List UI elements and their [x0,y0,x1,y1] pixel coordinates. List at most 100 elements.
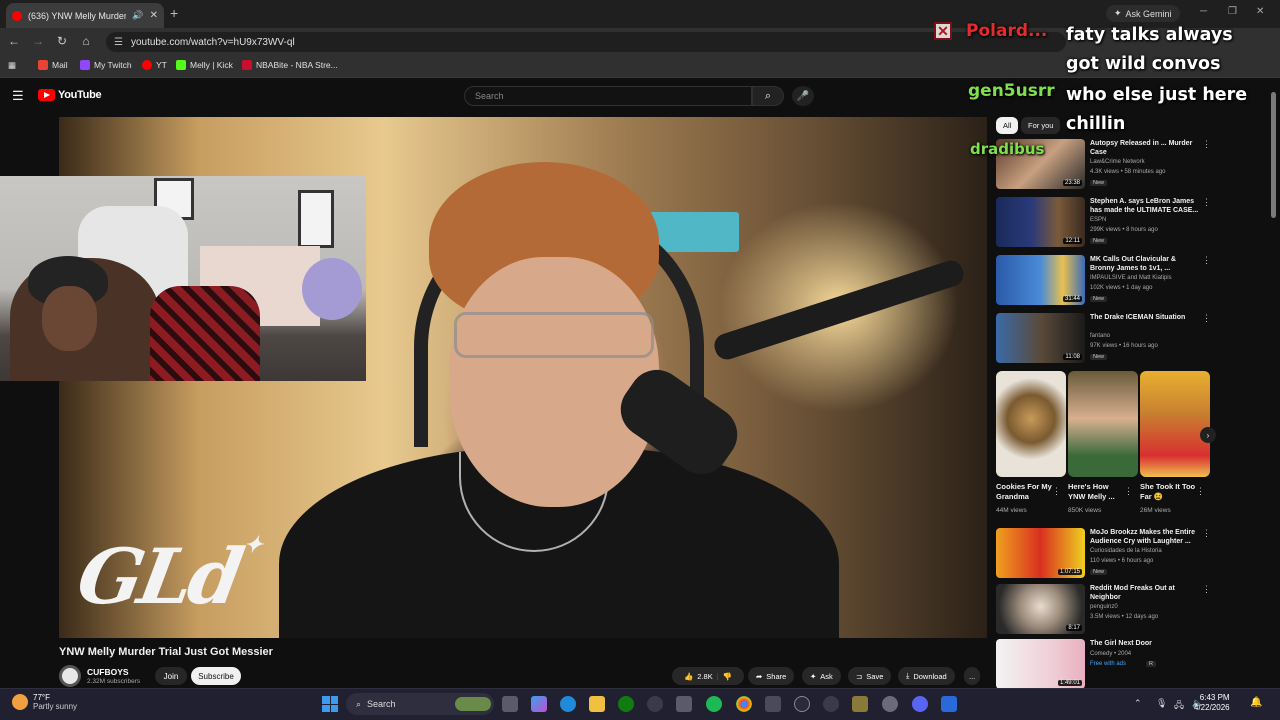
more-options-icon[interactable]: ⋮ [1202,197,1211,208]
windows-taskbar [0,688,1280,720]
file-explorer-icon[interactable] [589,696,605,712]
recommendation-meta: 3.5M views • 12 days ago [1090,614,1159,620]
tray-chevron-icon[interactable]: ⌃ [1134,698,1142,709]
ask-button[interactable]: ✦ Ask [802,667,841,685]
recommendation-item[interactable]: 31:44 MK Calls Out Clavicular & Bronny J… [996,255,1221,307]
share-button[interactable]: ➦ Share [748,667,795,685]
channel-name[interactable]: CUFBOYS [87,667,129,677]
chip-for-you[interactable]: For you [1021,117,1061,134]
photos-icon[interactable] [852,696,868,712]
weather-temp: 77°F [33,693,50,702]
shorts-next-button[interactable]: › [1200,427,1216,443]
bookmark-nbabite[interactable]: NBABite - NBA Stre... [242,60,338,70]
close-tab-icon[interactable]: ✕ [150,10,158,21]
save-button[interactable]: ⊐ Save [848,667,892,685]
chat-username: Polard... [966,21,1048,41]
edge-icon[interactable] [560,696,576,712]
voice-search-button[interactable]: 🎤 [792,86,814,106]
weather-widget[interactable]: 77°F Partly sunny [12,693,77,711]
close-window-icon[interactable]: ✕ [1256,6,1264,17]
media-player-icon[interactable] [794,696,810,712]
spotify-icon[interactable] [706,696,722,712]
recommendation-title: Reddit Mod Freaks Out at Neighbor [1090,585,1175,601]
browser-tab[interactable]: (636) YNW Melly Murder Tr 🔊 ✕ [6,3,164,28]
notification-bell-icon[interactable]: 🔔 [1250,697,1262,708]
ask-gemini-button[interactable]: ✦ Ask Gemini [1106,5,1180,22]
youtube-logo[interactable]: YouTube [38,89,102,101]
recommendation-title: Autopsy Released in ... Murder Case [1090,140,1193,156]
task-view-icon[interactable] [502,696,518,712]
network-icon[interactable]: 🖧 [1174,698,1184,714]
address-bar[interactable]: ☰ youtube.com/watch?v=hU9x73WV-ql [106,32,1066,52]
menu-icon[interactable]: ☰ [12,88,24,104]
chip-all[interactable]: All [996,117,1019,134]
more-options-icon[interactable]: ⋮ [1202,313,1211,324]
new-tab-button[interactable]: + [170,5,178,21]
more-options-icon[interactable]: ⋮ [1202,139,1211,150]
more-options-icon[interactable]: ⋮ [1202,528,1211,539]
site-info-icon[interactable]: ☰ [114,37,123,48]
more-options-icon[interactable]: ⋮ [1196,486,1205,497]
bookmark-yt[interactable]: YT [142,60,167,70]
bookmark-mail[interactable]: Mail [38,60,68,70]
url-text: youtube.com/watch?v=hU9x73WV-ql [130,36,295,48]
xbox-icon[interactable] [618,696,634,712]
audio-icon[interactable]: 🔊 [132,10,143,21]
taskbar-search[interactable]: ⌕ Search [346,693,494,715]
restore-icon[interactable]: ❐ [1228,6,1237,17]
short-title[interactable]: Here's How YNW Melly ... [1068,482,1126,502]
settings-icon[interactable] [882,696,898,712]
github-icon[interactable] [647,696,663,712]
join-button[interactable]: Join [155,667,187,685]
discord-icon[interactable] [912,696,928,712]
apps-icon[interactable]: ▦ [8,60,16,71]
short-thumbnail[interactable] [1068,371,1138,477]
home-icon[interactable]: ⌂ [78,34,94,48]
search-highlight-image [455,697,491,711]
more-options-icon[interactable]: ⋮ [1202,584,1211,595]
chrome-icon[interactable] [736,696,752,712]
minimize-icon[interactable]: ─ [1200,6,1207,17]
subscribe-button[interactable]: Subscribe [191,667,241,685]
store-icon[interactable] [676,696,692,712]
tab-title: (636) YNW Melly Murder Tr [28,10,127,21]
background-monitor [649,212,739,252]
recommendation-item[interactable]: 1:07:15 MoJo Brookzz Makes the Entire Au… [996,528,1221,580]
search-input[interactable]: Search [464,86,752,106]
app-icon[interactable] [823,696,839,712]
more-actions-button[interactable]: ... [964,667,981,685]
recommendation-item[interactable]: 1:49:01 The Girl Next Door Comedy • 2004… [996,639,1221,691]
search-button[interactable]: ⌕ [752,86,784,106]
short-thumbnail[interactable] [996,371,1066,477]
recommendation-item[interactable]: 11:08 The Drake ICEMAN Situation fantano… [996,313,1221,365]
recommendation-item[interactable]: 12:11 Stephen A. says LeBron James has m… [996,197,1221,249]
short-title[interactable]: She Took It Too Far 😫 [1140,482,1198,502]
short-thumbnail[interactable] [1140,371,1210,477]
system-clock[interactable]: 6:43 PM 4/22/2026 [1194,693,1230,713]
bookmark-kick[interactable]: Melly | Kick [176,60,233,70]
channel-avatar[interactable] [59,665,81,687]
more-options-icon[interactable]: ⋮ [1202,255,1211,266]
chat-username: gen5usrr [968,81,1055,101]
reload-icon[interactable]: ↻ [54,34,70,48]
partly-sunny-icon [12,694,28,710]
forward-icon[interactable]: → [30,34,46,48]
mic-arm [711,257,967,363]
start-button[interactable] [322,696,338,712]
scrollbar[interactable] [1271,92,1276,218]
short-title[interactable]: Cookies For My Grandma [996,482,1054,502]
bookmark-twitch[interactable]: My Twitch [80,60,132,70]
more-options-icon[interactable]: ⋮ [1052,486,1061,497]
back-icon[interactable]: ← [6,34,22,48]
sparkle-icon: ✦ [241,532,261,558]
copilot-icon[interactable] [531,696,547,712]
mic-tray-icon[interactable]: 🎙 [1156,698,1167,709]
app-icon[interactable] [765,696,781,712]
channel-subscribers: 2.32M subscribers [87,678,141,685]
more-options-icon[interactable]: ⋮ [1124,486,1133,497]
video-thumbnail: 8:17 [996,584,1085,634]
recommendation-item[interactable]: 8:17 Reddit Mod Freaks Out at Neighbor p… [996,584,1221,636]
like-dislike-button[interactable]: 👍 2.8K | 👎 [672,667,744,685]
app-icon[interactable] [941,696,957,712]
download-button[interactable]: ⤓ Download [898,667,955,685]
